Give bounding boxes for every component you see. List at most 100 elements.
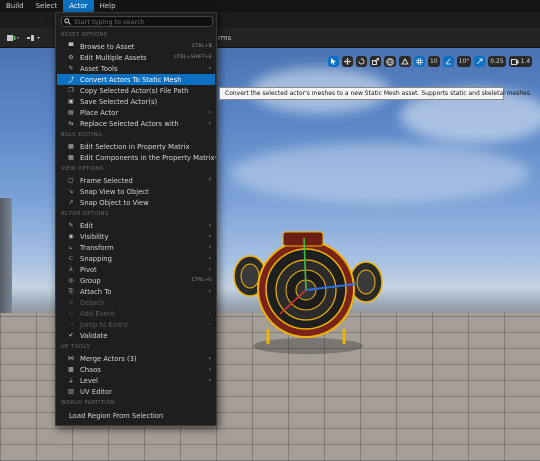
convert-icon: ⤴ — [67, 77, 74, 84]
world-space-button[interactable] — [384, 56, 396, 67]
convert-to-static-mesh-item[interactable]: ⤴ Convert Actors To Static Mesh — [57, 74, 215, 85]
validate-item[interactable]: ✔ Validate — [57, 330, 215, 341]
snapping-item[interactable]: ⊂ Snapping › — [57, 253, 215, 264]
select-mode-button[interactable] — [328, 56, 339, 67]
place-actor-item[interactable]: ▤ Place Actor › — [57, 107, 215, 118]
section-actor-options: ACTOR OPTIONS — [61, 211, 109, 217]
chaos-icon: ▩ — [68, 366, 74, 373]
scale-mode-button[interactable] — [370, 56, 381, 67]
matrix-icon: ▦ — [68, 154, 74, 161]
chevron-right-icon: › — [208, 288, 211, 295]
camera-icon — [510, 58, 519, 65]
pivot-item[interactable]: ⅄ Pivot › — [57, 264, 215, 275]
section-ue-tools: UE TOOLS — [61, 344, 91, 350]
toolbar-transforms-label[interactable]: rms — [218, 34, 231, 42]
translate-mode-button[interactable] — [342, 56, 353, 67]
rotate-mode-button[interactable] — [356, 56, 367, 67]
asset-tools-label: Asset Tools — [80, 64, 118, 73]
save-icon: ▣ — [68, 98, 74, 105]
globe-icon — [386, 57, 394, 66]
frame-selected-item[interactable]: ▢ Frame Selected F — [57, 175, 215, 186]
group-icon: ◎ — [68, 277, 74, 284]
menu-select[interactable]: Select — [30, 0, 64, 12]
scale-snap-toggle[interactable] — [474, 56, 486, 67]
save-selected-item[interactable]: ▣ Save Selected Actor(s) — [57, 96, 215, 107]
edit-label: Edit — [80, 221, 94, 230]
detach-icon: ⊘ — [68, 299, 74, 306]
add-event-label: Add Event — [80, 309, 115, 318]
chaos-item[interactable]: ▩ Chaos › — [57, 364, 215, 375]
grid-snap-value[interactable]: 10 — [428, 56, 440, 67]
frame-icon: ▢ — [68, 177, 74, 184]
transform-icon: ⟀ — [69, 243, 73, 251]
add-content-icon[interactable] — [6, 33, 20, 43]
menu-search-box — [61, 16, 213, 27]
snap-object-to-view-item[interactable]: ↗ Snap Object to View — [57, 197, 215, 208]
add-event-item: ◇ Add Event › — [57, 308, 215, 319]
level-label: Level — [80, 376, 98, 385]
uv-editor-item[interactable]: ▥ UV Editor — [57, 386, 215, 397]
browse-to-asset-item[interactable]: ▀ Browse to Asset CTRL+B — [57, 41, 215, 52]
camera-speed-button[interactable]: 1.4 — [508, 56, 533, 67]
grid-icon — [416, 58, 423, 65]
jump-to-event-label: Jump to Event — [80, 320, 128, 329]
asset-tools-item[interactable]: ✎ Asset Tools › — [57, 63, 215, 74]
chevron-right-icon: › — [208, 355, 211, 362]
chevron-right-icon: › — [208, 321, 211, 328]
jump-to-event-item: ⇢ Jump to Event › — [57, 319, 215, 330]
edit-item[interactable]: ✎ Edit › — [57, 220, 215, 231]
validate-icon: ✔ — [68, 332, 74, 339]
menu-build[interactable]: Build — [0, 0, 30, 12]
rotation-snap-toggle[interactable] — [442, 56, 454, 67]
attach-icon: ⎘ — [68, 287, 74, 295]
convert-tooltip: Convert the selected actor's meshes to a… — [219, 87, 532, 100]
rotation-snap-value[interactable]: 10° — [456, 56, 472, 67]
surface-snap-icon — [401, 57, 409, 64]
copy-file-path-item[interactable]: ❐ Copy Selected Actor(s) File Path — [57, 85, 215, 96]
section-bulk-editing: BULK EDITING — [61, 132, 103, 138]
chevron-right-icon: › — [208, 120, 211, 127]
snap-icon: ↗ — [68, 199, 74, 206]
surface-snap-button[interactable] — [399, 56, 411, 67]
scale-snap-value[interactable]: 0.25 — [488, 56, 506, 67]
browse-to-asset-shortcut: CTRL+B — [192, 44, 212, 49]
browse-to-asset-label: Browse to Asset — [80, 42, 135, 51]
scale-icon — [372, 58, 379, 65]
save-selected-label: Save Selected Actor(s) — [80, 97, 158, 106]
pivot-label: Pivot — [80, 265, 97, 274]
pencil-icon: ✎ — [68, 222, 74, 229]
snapping-label: Snapping — [80, 254, 112, 263]
menu-actor[interactable]: Actor — [63, 0, 94, 12]
snap-view-to-object-item[interactable]: ↘ Snap View to Object — [57, 186, 215, 197]
replace-selected-item[interactable]: ⇆ Replace Selected Actors with › — [57, 118, 215, 129]
load-region-label: Load Region From Selection — [69, 411, 164, 420]
camera-speed-value: 1.4 — [520, 58, 531, 65]
edit-components-matrix-item[interactable]: ▦ Edit Components in the Property Matrix… — [57, 152, 217, 163]
chaos-label: Chaos — [80, 365, 101, 374]
merge-actors-item[interactable]: ⋈ Merge Actors (3) › — [57, 353, 215, 364]
edit-selection-matrix-label: Edit Selection in Property Matrix — [80, 142, 190, 151]
replace-icon: ⇆ — [68, 120, 74, 127]
load-region-item[interactable]: Load Region From Selection — [57, 410, 215, 421]
frame-selected-label: Frame Selected — [80, 176, 133, 185]
attach-to-item[interactable]: ⎘ Attach To › — [57, 286, 215, 297]
menu-help[interactable]: Help — [94, 0, 122, 12]
visibility-item[interactable]: ◉ Visibility › — [57, 231, 215, 242]
edit-multiple-assets-item[interactable]: ⚙ Edit Multiple Assets CTRL+SHIFT+E — [57, 52, 215, 63]
angle-icon — [445, 58, 451, 65]
wrench-icon: ✎ — [68, 65, 74, 72]
selected-mesh-actor[interactable] — [228, 224, 388, 359]
grid-snap-toggle[interactable] — [414, 56, 425, 67]
level-item[interactable]: ⏚ Level › — [57, 375, 215, 386]
place-actor-icon: ▤ — [68, 109, 74, 116]
group-item[interactable]: ◎ Group CTRL+G — [57, 275, 215, 286]
edit-selection-matrix-item[interactable]: ▦ Edit Selection in Property Matrix — [57, 141, 215, 152]
chevron-right-icon: › — [214, 154, 217, 161]
search-input[interactable] — [74, 17, 204, 26]
snap-view-to-object-label: Snap View to Object — [80, 187, 149, 196]
transform-label: Transform — [80, 243, 114, 252]
transform-item[interactable]: ⟀ Transform › — [57, 242, 215, 253]
blueprint-icon[interactable] — [26, 33, 42, 43]
uv-editor-icon: ▥ — [68, 388, 74, 395]
edit-multiple-assets-label: Edit Multiple Assets — [80, 53, 147, 62]
